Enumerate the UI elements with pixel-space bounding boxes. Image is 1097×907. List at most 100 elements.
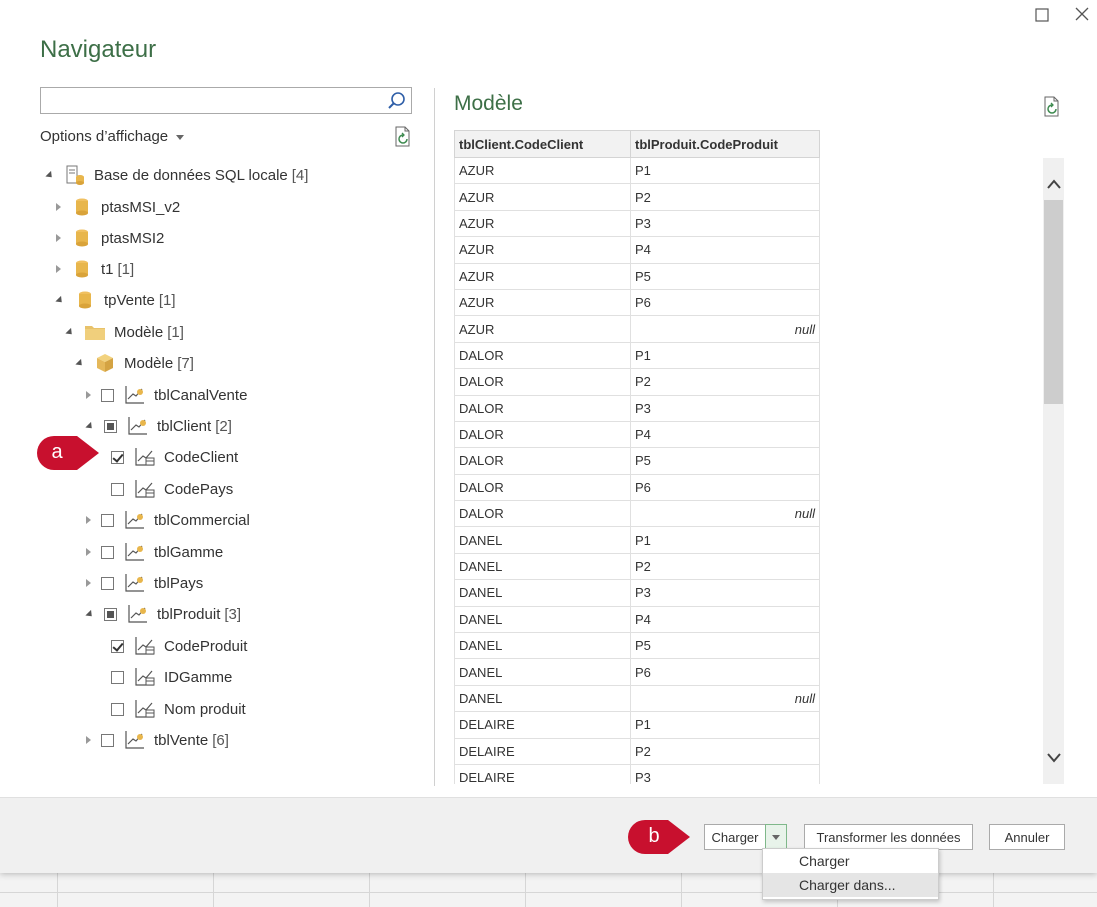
cell-codeclient[interactable]: AZUR bbox=[454, 288, 631, 317]
expand-icon[interactable] bbox=[56, 234, 61, 242]
collapse-icon[interactable] bbox=[45, 170, 55, 180]
pane-divider[interactable] bbox=[434, 88, 435, 786]
checkbox[interactable] bbox=[101, 576, 114, 590]
checkbox[interactable] bbox=[111, 670, 124, 684]
tree-node-codepays[interactable]: CodePays bbox=[111, 476, 233, 502]
tree-node-modele-folder[interactable]: Modèle [1] bbox=[65, 319, 184, 345]
cell-codeclient[interactable]: DALOR bbox=[454, 473, 631, 502]
cell-codeclient[interactable]: DALOR bbox=[454, 500, 631, 528]
cell-codeproduit[interactable]: P2 bbox=[630, 183, 820, 211]
expand-icon[interactable] bbox=[86, 516, 91, 524]
checkbox[interactable] bbox=[101, 513, 114, 527]
collapse-icon[interactable] bbox=[85, 421, 95, 431]
cell-codeclient[interactable]: DANEL bbox=[454, 684, 631, 713]
tree-node-tblclient[interactable]: tblClient [2] bbox=[85, 413, 232, 439]
cell-codeproduit[interactable]: P6 bbox=[630, 288, 820, 317]
cell-codeproduit[interactable]: null bbox=[630, 684, 820, 713]
cell-codeproduit[interactable]: P3 bbox=[630, 209, 820, 238]
tree-node-t1[interactable]: t1 [1] bbox=[56, 256, 134, 282]
scroll-down-icon[interactable] bbox=[1046, 752, 1062, 764]
checkbox[interactable] bbox=[101, 388, 114, 402]
search-input[interactable] bbox=[45, 88, 379, 114]
load-button[interactable]: Charger bbox=[704, 824, 766, 850]
collapse-icon[interactable] bbox=[65, 327, 75, 337]
cell-codeproduit[interactable]: P6 bbox=[630, 658, 820, 686]
checkbox-partial[interactable] bbox=[104, 607, 117, 621]
cell-codeproduit[interactable]: P6 bbox=[630, 473, 820, 502]
cell-codeproduit[interactable]: P3 bbox=[630, 579, 820, 607]
cell-codeproduit[interactable]: P5 bbox=[630, 632, 820, 660]
scroll-up-icon[interactable] bbox=[1046, 178, 1062, 190]
cell-codeclient[interactable]: DANEL bbox=[454, 605, 631, 634]
cell-codeclient[interactable]: DELAIRE bbox=[454, 763, 631, 784]
maximize-button[interactable] bbox=[1032, 6, 1052, 26]
cell-codeproduit[interactable]: P4 bbox=[630, 420, 820, 449]
tree-node-modele-cube[interactable]: Modèle [7] bbox=[75, 350, 194, 376]
cell-codeclient[interactable]: DELAIRE bbox=[454, 737, 631, 765]
checkbox[interactable] bbox=[101, 545, 114, 559]
menu-item-load-to[interactable]: Charger dans... bbox=[763, 873, 938, 897]
tree-node-ptasmsi-v2[interactable]: ptasMSI_v2 bbox=[56, 194, 180, 220]
checkbox[interactable] bbox=[111, 482, 124, 496]
checkbox-checked[interactable] bbox=[111, 450, 124, 464]
cell-codeproduit[interactable]: P2 bbox=[630, 737, 820, 765]
cell-codeclient[interactable]: DANEL bbox=[454, 552, 631, 581]
cell-codeproduit[interactable]: P3 bbox=[630, 763, 820, 784]
cell-codeclient[interactable]: DANEL bbox=[454, 658, 631, 686]
cell-codeproduit[interactable]: P1 bbox=[630, 711, 820, 739]
cell-codeclient[interactable]: AZUR bbox=[454, 156, 631, 185]
cell-codeclient[interactable]: AZUR bbox=[454, 183, 631, 211]
cell-codeclient[interactable]: AZUR bbox=[454, 236, 631, 264]
cell-codeproduit[interactable]: P2 bbox=[630, 552, 820, 581]
cell-codeclient[interactable]: DELAIRE bbox=[454, 711, 631, 739]
tree-node-codeclient[interactable]: CodeClient bbox=[111, 444, 238, 470]
tree-node-nom-produit[interactable]: Nom produit bbox=[111, 696, 246, 722]
tree-node-tpvente[interactable]: tpVente [1] bbox=[55, 287, 176, 313]
cell-codeclient[interactable]: DANEL bbox=[454, 526, 631, 554]
cell-codeclient[interactable]: DANEL bbox=[454, 579, 631, 607]
cell-codeproduit[interactable]: null bbox=[630, 500, 820, 528]
collapse-icon[interactable] bbox=[55, 295, 65, 305]
tree-node-database[interactable]: Base de données SQL locale [4] bbox=[45, 162, 308, 188]
refresh-tree-icon[interactable] bbox=[394, 126, 414, 148]
checkbox-checked[interactable] bbox=[111, 639, 124, 653]
checkbox-partial[interactable] bbox=[104, 419, 117, 433]
collapse-icon[interactable] bbox=[85, 609, 95, 619]
cell-codeclient[interactable]: DALOR bbox=[454, 447, 631, 475]
cancel-button[interactable]: Annuler bbox=[989, 824, 1065, 850]
cell-codeproduit[interactable]: P2 bbox=[630, 368, 820, 396]
load-dropdown-button[interactable] bbox=[765, 824, 787, 850]
menu-item-load[interactable]: Charger bbox=[763, 849, 938, 873]
cell-codeproduit[interactable]: P4 bbox=[630, 236, 820, 264]
close-button[interactable] bbox=[1072, 6, 1092, 26]
scrollbar-thumb[interactable] bbox=[1044, 200, 1063, 404]
column-header-codeproduit[interactable]: tblProduit.CodeProduit bbox=[630, 130, 820, 158]
tree-node-tblcanalvente[interactable]: tblCanalVente bbox=[86, 382, 247, 408]
tree-node-idgamme[interactable]: IDGamme bbox=[111, 664, 232, 690]
tree-node-tblproduit[interactable]: tblProduit [3] bbox=[85, 601, 241, 627]
cell-codeclient[interactable]: AZUR bbox=[454, 315, 631, 343]
search-icon[interactable] bbox=[387, 91, 407, 111]
cell-codeproduit[interactable]: P3 bbox=[630, 394, 820, 422]
tree-node-ptasmsi2[interactable]: ptasMSI2 bbox=[56, 225, 164, 251]
expand-icon[interactable] bbox=[86, 579, 91, 587]
cell-codeclient[interactable]: DALOR bbox=[454, 368, 631, 396]
expand-icon[interactable] bbox=[86, 736, 91, 744]
cell-codeclient[interactable]: DALOR bbox=[454, 394, 631, 422]
checkbox[interactable] bbox=[111, 702, 124, 716]
cell-codeclient[interactable]: DANEL bbox=[454, 632, 631, 660]
cell-codeproduit[interactable]: P5 bbox=[630, 447, 820, 475]
expand-icon[interactable] bbox=[56, 203, 61, 211]
cell-codeproduit[interactable]: P1 bbox=[630, 526, 820, 554]
expand-icon[interactable] bbox=[86, 548, 91, 556]
expand-icon[interactable] bbox=[86, 391, 91, 399]
expand-icon[interactable] bbox=[56, 265, 61, 273]
cell-codeproduit[interactable]: P1 bbox=[630, 341, 820, 370]
tree-node-codeproduit[interactable]: CodeProduit bbox=[111, 633, 247, 659]
cell-codeproduit[interactable]: null bbox=[630, 315, 820, 343]
tree-node-tblgamme[interactable]: tblGamme bbox=[86, 539, 223, 565]
collapse-icon[interactable] bbox=[75, 358, 85, 368]
cell-codeclient[interactable]: AZUR bbox=[454, 262, 631, 290]
checkbox[interactable] bbox=[101, 733, 114, 747]
cell-codeproduit[interactable]: P5 bbox=[630, 262, 820, 290]
